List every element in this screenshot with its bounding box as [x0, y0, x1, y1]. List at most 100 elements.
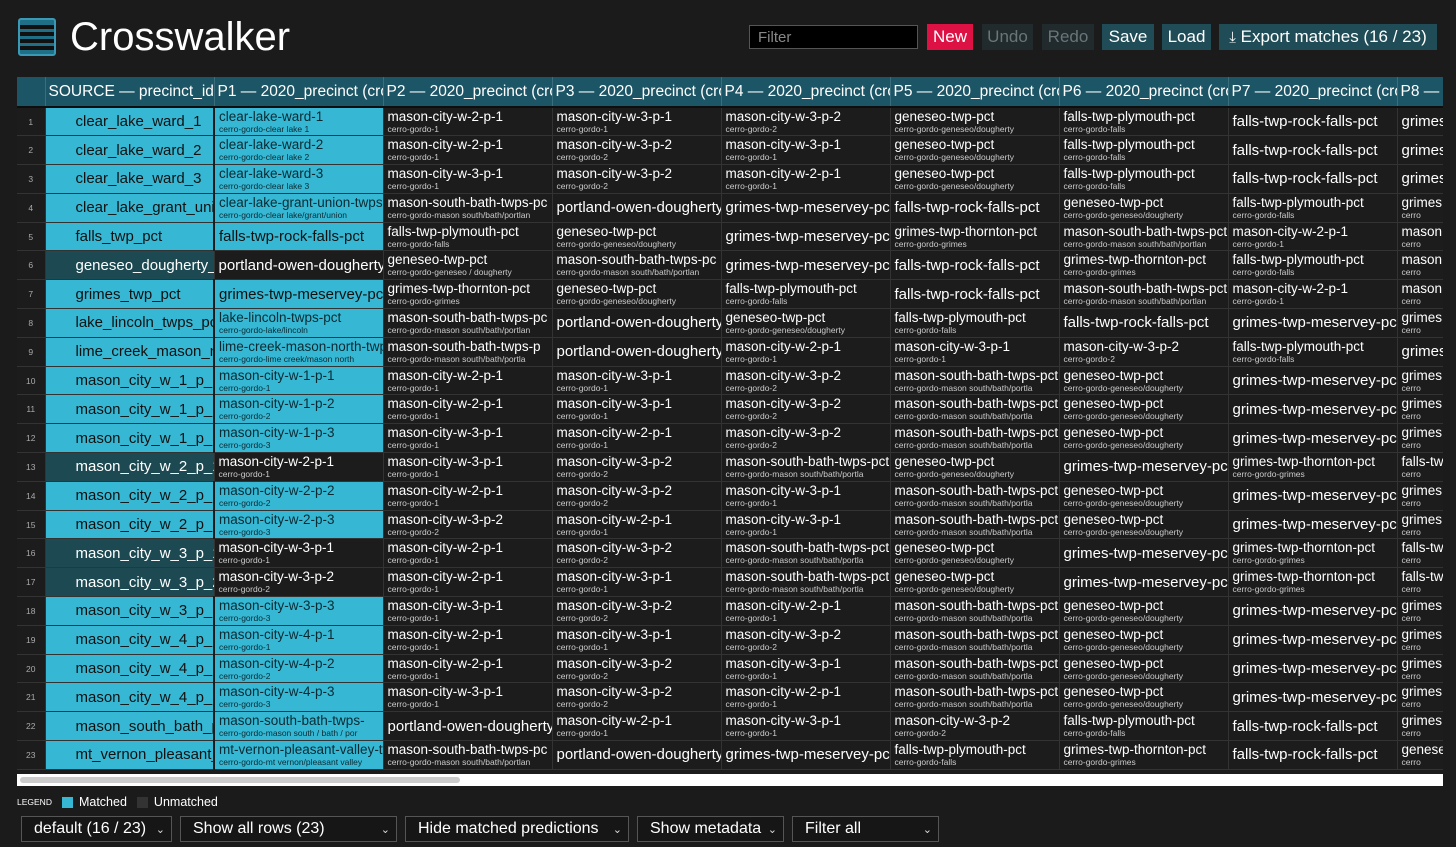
prediction-cell[interactable]: geneseo-twp-pct cerro-gordo-geneseo/dough…: [552, 279, 722, 310]
prediction-cell[interactable]: mason-south-bath-twps-pct cerro-gordo-mas…: [1059, 279, 1229, 310]
prediction-cell[interactable]: mason-city-w-2-p-1 cerro-gordo-1: [383, 366, 553, 396]
prediction-cell[interactable]: geneseo-twp-pct cerro-gordo-geneseo/dough…: [1059, 423, 1229, 454]
predictions-select[interactable]: Hide matched predictions ⌄: [405, 816, 629, 842]
prediction-cell[interactable]: falls-twp-plymouth-pct cerro-gordo-falls: [383, 222, 553, 252]
horizontal-scrollbar[interactable]: [17, 774, 1443, 786]
prediction-cell[interactable]: falls-twp-plymouth-pct cerro-gordo-falls: [890, 740, 1060, 770]
source-cell[interactable]: clear_lake_ward_3: [45, 164, 215, 194]
prediction-cell[interactable]: falls-twp-plymouth-pct cerro-gordo-falls: [1059, 135, 1229, 166]
prediction-cell[interactable]: grimes-twp-meservey-pct: [721, 250, 891, 281]
prediction-cell[interactable]: mason-south-bath-twps-pct cerro-gordo-mas…: [721, 567, 891, 598]
prediction-cell[interactable]: grimes cerro: [1397, 394, 1443, 425]
prediction-cell[interactable]: falls-twp-rock-falls-pct: [1228, 711, 1398, 742]
prediction-cell[interactable]: grimes-twp-thornton-pct cerro-gordo-grime…: [1059, 250, 1229, 281]
prediction-cell[interactable]: geneseo-twp-pct cerro-gordo-geneseo/dough…: [1059, 193, 1229, 223]
prediction-cell[interactable]: mason-city-w-2-p-1 cerro-gordo-1: [383, 538, 553, 569]
prediction-cell[interactable]: geneseo-twp-pct cerro-gordo-geneseo/dough…: [890, 538, 1060, 569]
prediction-cell[interactable]: portland-owen-dougherty: [383, 711, 553, 742]
prediction-cell[interactable]: grimes: [1397, 164, 1443, 194]
source-cell[interactable]: mason_city_w_3_p_1: [45, 538, 215, 569]
prediction-cell[interactable]: geneseo-twp-pct cerro-gordo-geneseo/dough…: [890, 452, 1060, 482]
prediction-cell[interactable]: grimes-twp-meservey-pct: [721, 193, 891, 223]
prediction-cell[interactable]: mason-city-w-3-p-2 cerro-gordo-2: [552, 654, 722, 684]
prediction-cell[interactable]: mason-south-bath-twps-pct cerro-gordo-mas…: [1059, 222, 1229, 252]
prediction-cell[interactable]: mason cerro: [1397, 250, 1443, 281]
prediction-cell[interactable]: grimes-twp-meservey-pct: [1059, 538, 1229, 569]
prediction-cell[interactable]: mason-city-w-3-p-1 cerro-gordo-1: [552, 625, 722, 655]
prediction-cell[interactable]: geneseo-twp-pct cerro-gordo-geneseo/dough…: [1059, 682, 1229, 713]
prediction-cell[interactable]: grimes-twp-meservey-pc: [214, 279, 384, 310]
prediction-cell[interactable]: grimes cerro: [1397, 711, 1443, 742]
prediction-cell[interactable]: grimes cerro: [1397, 654, 1443, 684]
prediction-cell[interactable]: mason-city-w-3-p-1 cerro-gordo-1: [721, 481, 891, 511]
prediction-cell[interactable]: falls-twp-rock-falls-pct: [890, 193, 1060, 223]
prediction-cell[interactable]: mason-city-w-2-p-1 cerro-gordo-1: [383, 567, 553, 598]
prediction-cell[interactable]: grimes-twp-meservey-pct: [1228, 510, 1398, 540]
source-cell[interactable]: clear_lake_ward_2: [45, 135, 215, 166]
prediction-cell[interactable]: mason-city-w-2-p-1 cerro-gordo-1: [552, 711, 722, 742]
prediction-cell[interactable]: grimes-twp-meservey-pct: [1228, 308, 1398, 338]
column-header-p5[interactable]: P5 — 2020_precinct (cro: [890, 77, 1060, 108]
prediction-cell[interactable]: falls-tw cerro: [1397, 567, 1443, 598]
prediction-cell[interactable]: mason-city-w-3-p-1 cerro-gordo-1: [552, 366, 722, 396]
prediction-cell[interactable]: mason-south-bath-twps-pct cerro-gordo-mas…: [721, 452, 891, 482]
prediction-cell[interactable]: mason-city-w-3-p-2 cerro-gordo-2: [721, 107, 891, 137]
prediction-cell[interactable]: falls-twp-plymouth-pct cerro-gordo-falls: [1228, 193, 1398, 223]
prediction-cell[interactable]: mason-south-bath-twps-pc cerro-gordo-maso…: [383, 193, 553, 223]
prediction-cell[interactable]: lime-creek-mason-north-twp cerro-gordo-li…: [214, 337, 384, 367]
prediction-cell[interactable]: mason-city-w-2-p-2 cerro-gordo-2: [214, 481, 384, 511]
prediction-cell[interactable]: clear-lake-ward-1 cerro-gordo-clear lake …: [214, 107, 384, 137]
prediction-cell[interactable]: grimes cerro: [1397, 510, 1443, 540]
prediction-cell[interactable]: mason-south-bath-twps-pct cerro-gordo-mas…: [890, 394, 1060, 425]
load-button[interactable]: Load: [1162, 24, 1211, 50]
prediction-cell[interactable]: grimes-twp-meservey-pct: [1228, 366, 1398, 396]
prediction-cell[interactable]: mason-city-w-2-p-1 cerro-gordo-1: [552, 423, 722, 454]
prediction-cell[interactable]: falls-twp-rock-falls-pct: [1228, 164, 1398, 194]
source-cell[interactable]: lime_creek_mason_north: [45, 337, 215, 367]
prediction-cell[interactable]: mason-city-w-2-p-1 cerro-gordo-1: [383, 135, 553, 166]
prediction-cell[interactable]: mason-city-w-3-p-1 cerro-gordo-1: [383, 164, 553, 194]
prediction-cell[interactable]: grimes-twp-meservey-pct: [1228, 394, 1398, 425]
prediction-cell[interactable]: mason-south-bath-twps-pct cerro-gordo-mas…: [890, 510, 1060, 540]
prediction-cell[interactable]: mason-city-w-2-p-1 cerro-gordo-1: [721, 682, 891, 713]
prediction-cell[interactable]: grimes-twp-meservey-pct: [1059, 567, 1229, 598]
prediction-cell[interactable]: geneseo-twp-pct cerro-gordo-geneseo/dough…: [1059, 510, 1229, 540]
prediction-cell[interactable]: mason-city-w-2-p-1 cerro-gordo-1: [383, 107, 553, 137]
prediction-cell[interactable]: mason-city-w-2-p-1 cerro-gordo-1: [1228, 222, 1398, 252]
prediction-cell[interactable]: grimes-twp-meservey-pct: [1228, 682, 1398, 713]
prediction-cell[interactable]: mason-city-w-3-p-1 cerro-gordo-1: [721, 135, 891, 166]
prediction-cell[interactable]: falls-twp-rock-falls-pct: [1228, 135, 1398, 166]
column-header-p1[interactable]: P1 — 2020_precinct (cro: [214, 77, 384, 108]
source-cell[interactable]: mason_city_w_4_p_2: [45, 654, 215, 684]
prediction-cell[interactable]: mason cerro: [1397, 222, 1443, 252]
prediction-cell[interactable]: grimes: [1397, 135, 1443, 166]
source-cell[interactable]: mason_city_w_2_p_3: [45, 510, 215, 540]
prediction-cell[interactable]: mason-south-bath-twps-p cerro-gordo-mason…: [383, 337, 553, 367]
prediction-cell[interactable]: falls-tw cerro: [1397, 538, 1443, 569]
source-cell[interactable]: mason_city_w_2_p_1: [45, 452, 215, 482]
prediction-cell[interactable]: grimes cerro: [1397, 423, 1443, 454]
prediction-cell[interactable]: mason-city-w-3-p-1 cerro-gordo-1: [383, 423, 553, 454]
prediction-cell[interactable]: clear-lake-ward-2 cerro-gordo-clear lake …: [214, 135, 384, 166]
prediction-cell[interactable]: grimes: [1397, 107, 1443, 137]
prediction-cell[interactable]: grimes cerro: [1397, 625, 1443, 655]
prediction-cell[interactable]: mason-city-w-3-p-2 cerro-gordo-2: [552, 164, 722, 194]
prediction-cell[interactable]: falls-twp-plymouth-pct cerro-gordo-falls: [1059, 711, 1229, 742]
prediction-cell[interactable]: mason-south-bath-twps-pc cerro-gordo-maso…: [552, 250, 722, 281]
prediction-cell[interactable]: falls-twp-plymouth-pct cerro-gordo-falls: [1059, 164, 1229, 194]
prediction-cell[interactable]: falls-twp-plymouth-pct cerro-gordo-falls: [1059, 107, 1229, 137]
prediction-cell[interactable]: mason-city-w-1-p-1 cerro-gordo-1: [214, 366, 384, 396]
prediction-cell[interactable]: geneseo-twp-pct cerro-gordo-geneseo/dough…: [890, 135, 1060, 166]
prediction-cell[interactable]: grimes-twp-thornton-pct cerro-gordo-grime…: [1228, 538, 1398, 569]
redo-button[interactable]: Redo: [1042, 24, 1094, 50]
prediction-cell[interactable]: portland-owen-dougherty-: [552, 740, 722, 770]
source-cell[interactable]: lake_lincoln_twps_pct: [45, 308, 215, 338]
prediction-cell[interactable]: genese cerro: [1397, 740, 1443, 770]
prediction-cell[interactable]: mason-city-w-2-p-1 cerro-gordo-1: [383, 654, 553, 684]
prediction-cell[interactable]: portland-owen-dougherty: [214, 250, 384, 281]
prediction-cell[interactable]: mason-south-bath-twps-pc cerro-gordo-maso…: [383, 740, 553, 770]
prediction-cell[interactable]: mt-vernon-pleasant-valley-tv cerro-gordo-…: [214, 740, 384, 770]
prediction-cell[interactable]: mason-city-w-2-p-1 cerro-gordo-1: [214, 452, 384, 482]
prediction-cell[interactable]: mason-city-w-3-p-1 cerro-gordo-1: [552, 567, 722, 598]
prediction-cell[interactable]: grimes cerro: [1397, 682, 1443, 713]
